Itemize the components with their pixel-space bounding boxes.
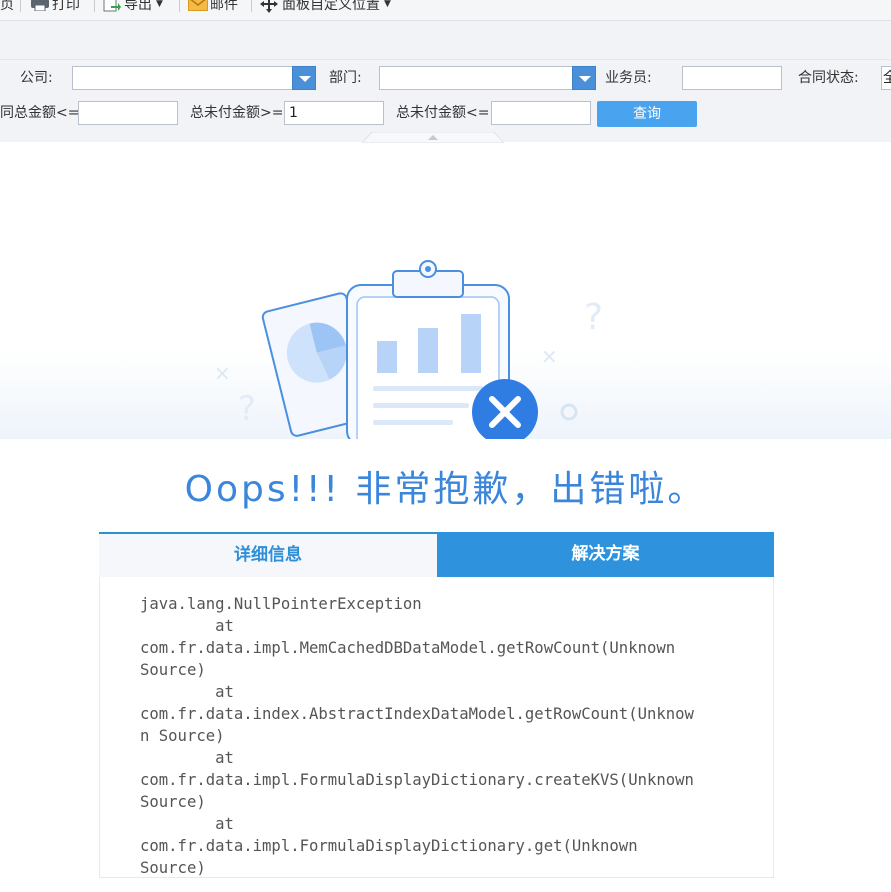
contract-status-label: 合同状态:: [798, 70, 859, 86]
stack-trace-line: at: [140, 749, 234, 767]
toolbar-separator: [20, 0, 21, 12]
company-label: 公司:: [20, 70, 53, 86]
panel-position-label: 面板自定义位置: [282, 0, 380, 13]
stack-trace-line: at: [140, 683, 234, 701]
stack-trace-line: com.fr.data.impl.FormulaDisplayDictionar…: [140, 771, 694, 789]
company-dropdown-button[interactable]: [292, 66, 316, 90]
mail-icon: [188, 0, 208, 11]
stack-trace-line: Source): [140, 793, 206, 811]
mail-label: 邮件: [210, 0, 238, 13]
contract-amount-input[interactable]: [78, 101, 178, 125]
unpaid-min-label: 总未付金额>=: [190, 105, 284, 121]
export-label: 导出: [124, 0, 152, 13]
svg-text:×: ×: [541, 344, 558, 368]
unpaid-min-input[interactable]: 1: [284, 101, 384, 125]
stack-trace-line: Source): [140, 661, 206, 679]
print-button[interactable]: 打印: [30, 0, 80, 14]
toolbar-separator: [251, 0, 252, 12]
stack-trace-line: at: [140, 617, 234, 635]
stack-trace-line: com.fr.data.impl.MemCachedDBDataModel.ge…: [140, 639, 676, 657]
toolbar-strip: [0, 21, 891, 60]
chevron-down-icon: ▼: [384, 0, 391, 9]
stack-trace-line: java.lang.NullPointerException: [140, 595, 422, 613]
dept-combo-input[interactable]: [379, 66, 574, 90]
stack-trace-line: com.fr.data.impl.FormulaDisplayDictionar…: [140, 837, 638, 855]
svg-text:×: ×: [214, 361, 231, 385]
error-clipboard-illustration: × ? × ?: [214, 260, 603, 439]
company-combo-input[interactable]: [72, 66, 294, 90]
unpaid-max-label: 总未付金额<=: [396, 105, 490, 121]
chevron-down-icon: [579, 76, 591, 82]
printer-icon: [31, 0, 49, 11]
query-button[interactable]: 查询: [597, 101, 697, 127]
toolbar-first-page[interactable]: 页: [0, 0, 14, 14]
move-icon: [260, 0, 278, 13]
panel-position-button[interactable]: 面板自定义位置 ▼: [260, 0, 391, 14]
tab-solution[interactable]: 解决方案: [437, 532, 774, 577]
collapse-panel-handle[interactable]: [362, 132, 504, 143]
contract-amount-label: 同总金额<=: [0, 105, 80, 121]
svg-text:?: ?: [584, 297, 603, 338]
mail-button[interactable]: 邮件: [188, 0, 238, 14]
svg-text:?: ?: [238, 389, 256, 429]
stack-trace-line: Source): [140, 859, 206, 877]
toolbar-separator: [94, 0, 95, 12]
unpaid-max-input[interactable]: [491, 101, 591, 125]
chevron-down-icon: ▼: [156, 0, 163, 9]
toolbar-first-page-label: 页: [0, 0, 14, 13]
stack-trace: java.lang.NullPointerException at com.fr.…: [140, 593, 740, 879]
export-button[interactable]: 导出 ▼: [103, 0, 163, 14]
contract-status-input[interactable]: 全: [881, 66, 891, 90]
print-label: 打印: [52, 0, 80, 13]
toolbar-separator: [179, 0, 180, 12]
stack-trace-line: at: [140, 815, 234, 833]
stack-trace-line: n Source): [140, 727, 225, 745]
salesman-label: 业务员:: [605, 70, 652, 86]
dept-label: 部门:: [329, 70, 362, 86]
stack-trace-line: com.fr.data.index.AbstractIndexDataModel…: [140, 705, 694, 723]
chevron-down-icon: [299, 76, 311, 82]
error-heading: Oops!!! 非常抱歉，出错啦。: [184, 469, 707, 510]
toolbar: 页 打印 导出 ▼ 邮件 面板自定义位置 ▼: [0, 0, 891, 21]
salesman-input[interactable]: [682, 66, 782, 90]
tab-detail-info[interactable]: 详细信息: [99, 532, 437, 577]
dept-dropdown-button[interactable]: [572, 66, 596, 90]
export-icon: [103, 0, 121, 12]
